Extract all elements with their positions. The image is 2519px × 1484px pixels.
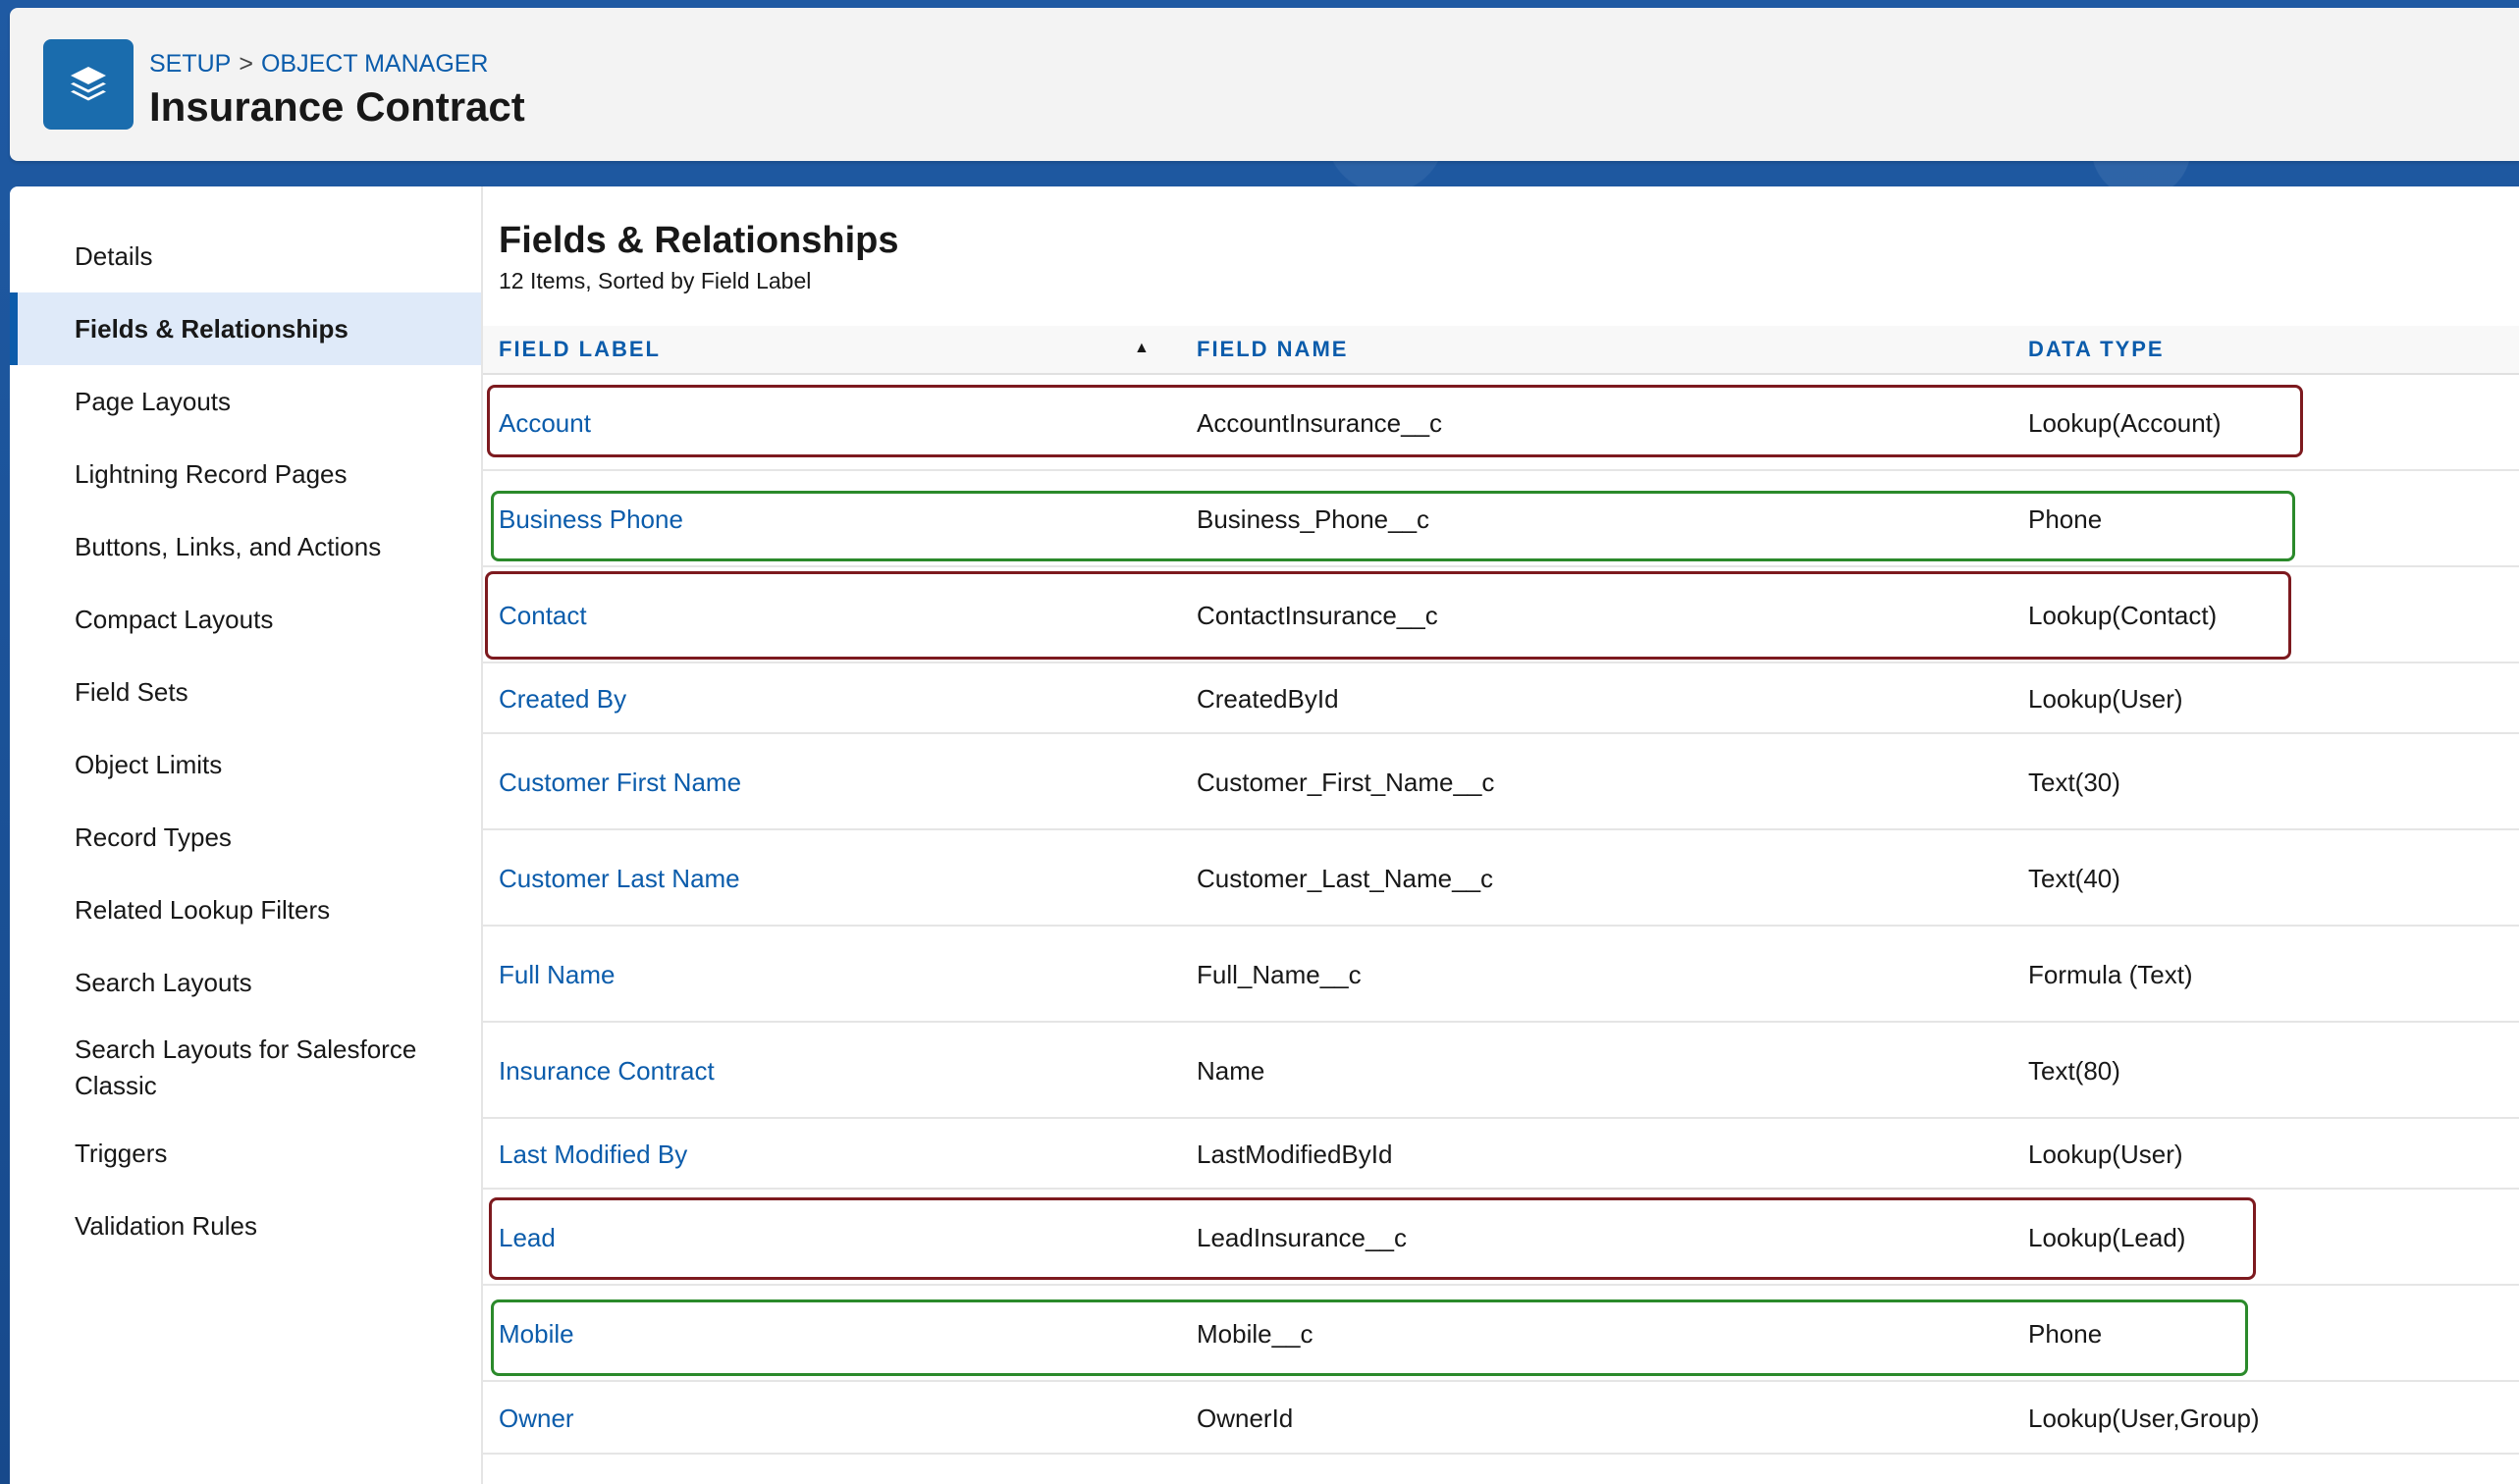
table-row: Customer Last Name Customer_Last_Name__c T…: [483, 830, 2519, 927]
sidebar-item-label: Validation Rules: [75, 1210, 257, 1241]
sidebar-item-details[interactable]: Details: [10, 220, 481, 292]
sidebar-item-compact-layouts[interactable]: Compact Layouts: [10, 583, 481, 656]
table-row: Full Name Full_Name__c Formula (Text): [483, 927, 2519, 1023]
sidebar-item-fields-relationships[interactable]: Fields & Relationships: [10, 292, 481, 365]
field-api-name: Name: [1197, 1056, 1265, 1086]
sidebar-item-object-limits[interactable]: Object Limits: [10, 728, 481, 801]
field-api-name: OwnerId: [1197, 1404, 1294, 1433]
highlight-box-red: [489, 1197, 2256, 1280]
field-data-type: Lookup(User): [2028, 1140, 2183, 1169]
field-label-link[interactable]: Created By: [499, 683, 626, 715]
breadcrumb-object-manager-link[interactable]: OBJECT MANAGER: [261, 50, 489, 78]
sidebar-item-label: Details: [75, 240, 153, 271]
field-label-link[interactable]: Owner: [499, 1403, 574, 1434]
sort-ascending-icon[interactable]: ▲: [1134, 326, 1150, 373]
table-row: Customer First Name Customer_First_Name__…: [483, 734, 2519, 830]
highlight-box-red: [485, 571, 2291, 660]
breadcrumb-setup-link[interactable]: SETUP: [149, 50, 231, 78]
field-data-type: Text(40): [2028, 864, 2120, 893]
field-api-name: CreatedById: [1197, 684, 1339, 714]
table-row: Created By CreatedById Lookup(User): [483, 663, 2519, 734]
table-row: Insurance Contract Name Text(80): [483, 1023, 2519, 1119]
field-data-type: Lookup(User,Group): [2028, 1404, 2260, 1433]
section-subtitle: 12 Items, Sorted by Field Label: [499, 268, 812, 293]
field-label-link[interactable]: Customer First Name: [499, 767, 741, 798]
sidebar-item-label: Field Sets: [75, 676, 188, 707]
sidebar-item-buttons-links-and-actions[interactable]: Buttons, Links, and Actions: [10, 510, 481, 583]
sidebar-item-search-layouts-for-salesforce-classic[interactable]: Search Layouts for Salesforce Classic: [10, 1019, 481, 1117]
breadcrumb: SETUP > OBJECT MANAGER: [149, 49, 489, 79]
field-api-name: Customer_Last_Name__c: [1197, 864, 1494, 893]
sidebar-item-search-layouts[interactable]: Search Layouts: [10, 946, 481, 1019]
sidebar-item-record-types[interactable]: Record Types: [10, 801, 481, 874]
field-label-link[interactable]: Insurance Contract: [499, 1055, 715, 1086]
column-header-data-type[interactable]: DATA TYPE: [2028, 326, 2165, 373]
field-data-type: Text(30): [2028, 768, 2120, 797]
table-header: FIELD LABEL ▲ FIELD NAME DATA TYPE: [483, 326, 2519, 375]
page-header: SETUP > OBJECT MANAGER Insurance Contract: [10, 8, 2519, 161]
sidebar-item-label: Related Lookup Filters: [75, 894, 331, 925]
sidebar-item-label: Page Layouts: [75, 386, 232, 416]
sidebar-item-lightning-record-pages[interactable]: Lightning Record Pages: [10, 438, 481, 510]
layers-icon: [43, 39, 134, 130]
field-data-type: Lookup(User): [2028, 684, 2183, 714]
sidebar-item-label: Search Layouts: [75, 967, 252, 997]
section-title: Fields & Relationships: [499, 220, 899, 261]
sidebar-item-label: Buttons, Links, and Actions: [75, 531, 382, 561]
field-label-link[interactable]: Last Modified By: [499, 1139, 687, 1170]
sidebar-item-label: Object Limits: [75, 749, 223, 779]
sidebar-item-label: Fields & Relationships: [75, 313, 348, 344]
sidebar-item-label: Triggers: [75, 1138, 168, 1168]
highlight-box-green: [491, 491, 2295, 561]
field-label-link[interactable]: Full Name: [499, 959, 615, 990]
sidebar-item-page-layouts[interactable]: Page Layouts: [10, 365, 481, 438]
sidebar-item-label: Search Layouts for Salesforce Classic: [75, 1034, 417, 1100]
field-data-type: Text(80): [2028, 1056, 2120, 1086]
field-api-name: Customer_First_Name__c: [1197, 768, 1495, 797]
highlight-box-green: [491, 1299, 2248, 1376]
page-title: Insurance Contract: [149, 83, 525, 130]
fields-relationships-panel: Fields & Relationships 12 Items, Sorted …: [483, 186, 2519, 1484]
sidebar-item-validation-rules[interactable]: Validation Rules: [10, 1190, 481, 1262]
sidebar-item-label: Compact Layouts: [75, 604, 274, 634]
column-header-field-name[interactable]: FIELD NAME: [1197, 326, 1348, 373]
field-api-name: Full_Name__c: [1197, 960, 1362, 989]
sidebar-item-label: Lightning Record Pages: [75, 458, 348, 489]
sidebar: Details Fields & Relationships Page Layout…: [10, 186, 483, 1484]
sidebar-item-field-sets[interactable]: Field Sets: [10, 656, 481, 728]
highlight-box-red: [487, 385, 2303, 457]
field-data-type: Formula (Text): [2028, 960, 2193, 989]
sidebar-item-triggers[interactable]: Triggers: [10, 1117, 481, 1190]
sidebar-item-related-lookup-filters[interactable]: Related Lookup Filters: [10, 874, 481, 946]
table-row: Last Modified By LastModifiedById Lookup(U…: [483, 1119, 2519, 1190]
main-panel: Details Fields & Relationships Page Layout…: [10, 186, 2519, 1484]
column-header-field-label[interactable]: FIELD LABEL: [499, 326, 661, 373]
sidebar-item-label: Record Types: [75, 822, 232, 852]
field-api-name: LastModifiedById: [1197, 1140, 1393, 1169]
breadcrumb-separator: >: [239, 50, 253, 78]
table-row: Owner OwnerId Lookup(User,Group): [483, 1382, 2519, 1455]
field-label-link[interactable]: Customer Last Name: [499, 863, 740, 894]
